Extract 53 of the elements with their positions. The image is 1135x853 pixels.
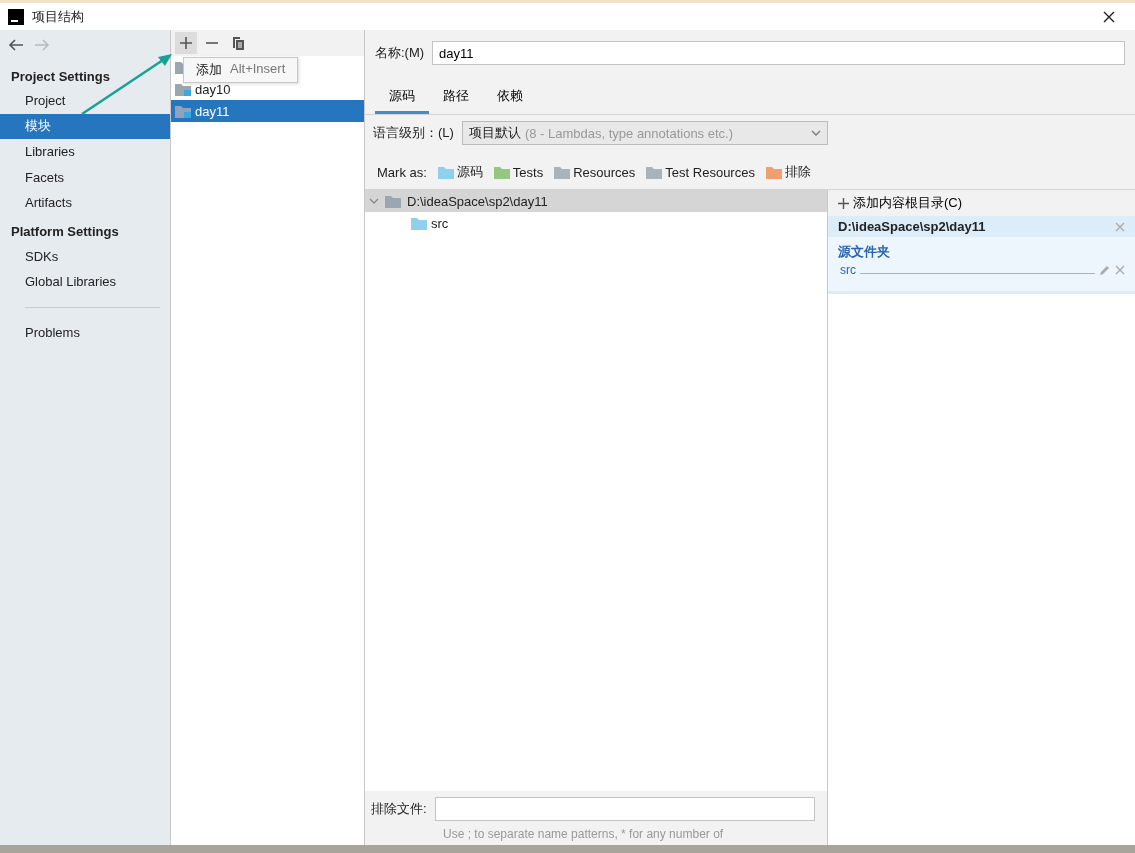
sidebar-item[interactable]: SDKs xyxy=(0,243,170,269)
module-folder-icon xyxy=(175,82,191,96)
mark-as-button[interactable]: Resources xyxy=(554,164,636,180)
module-item[interactable]: day10 xyxy=(171,78,364,100)
mark-as-button[interactable]: Tests xyxy=(493,164,544,180)
language-level-dropdown[interactable]: 项目默认 (8 - Lambdas, type annotations etc.) xyxy=(461,121,828,145)
plus-icon xyxy=(180,37,192,49)
content-root-path: D:\ideaSpace\sp2\day11 xyxy=(838,219,987,234)
folder-icon xyxy=(411,216,427,230)
exclude-label: 排除文件: xyxy=(371,800,427,818)
expand-chevron-icon[interactable] xyxy=(369,196,379,206)
sidebar-item[interactable]: Global Libraries xyxy=(0,269,170,295)
tooltip-label: 添加 xyxy=(196,61,222,79)
exclude-field[interactable] xyxy=(434,797,815,821)
tree-label: D:\ideaSpace\sp2\day11 xyxy=(407,193,548,209)
mark-as-button[interactable]: 排除 xyxy=(765,163,811,181)
mark-as-button[interactable]: Test Resources xyxy=(646,164,755,180)
tree-row[interactable]: src xyxy=(365,212,827,234)
language-level-label: 语言级别：(L) xyxy=(373,124,454,142)
copy-icon xyxy=(231,36,245,50)
sidebar-item[interactable]: 模块 xyxy=(0,113,170,139)
tab[interactable]: 依赖 xyxy=(483,83,537,114)
mark-as-button[interactable]: 源码 xyxy=(437,163,483,181)
tab[interactable]: 路径 xyxy=(429,83,483,114)
tree-row[interactable]: D:\ideaSpace\sp2\day11 xyxy=(365,190,827,212)
sidebar-item[interactable]: Problems xyxy=(0,319,170,345)
sidebar-item[interactable]: Artifacts xyxy=(0,190,170,216)
plus-icon xyxy=(838,197,849,209)
app-logo-icon xyxy=(8,8,24,25)
edit-icon[interactable] xyxy=(1099,264,1111,276)
exclude-hint: Use ; to separate name patterns, * for any number of xyxy=(443,827,724,841)
source-folder[interactable]: src xyxy=(838,263,856,277)
shortcut-text: Alt+Insert xyxy=(230,61,286,78)
mark-as-label: Mark as: xyxy=(377,164,427,180)
add-content-root-button[interactable]: 添加内容根目录(C) xyxy=(828,190,1135,216)
name-field[interactable]: day11 xyxy=(432,41,1125,65)
sidebar-item[interactable]: Facets xyxy=(0,164,170,190)
name-label: 名称:(M) xyxy=(375,44,425,62)
source-folders-heading: 源文件夹 xyxy=(838,243,891,261)
forward-arrow-icon[interactable] xyxy=(34,39,50,51)
tab[interactable]: 源码 xyxy=(375,83,429,114)
sidebar-item[interactable]: Libraries xyxy=(0,139,170,165)
folder-icon xyxy=(385,194,401,208)
sidebar-item[interactable]: Project xyxy=(0,88,170,114)
section-heading: Platform Settings xyxy=(10,223,120,241)
add-button[interactable] xyxy=(175,32,197,54)
back-arrow-icon[interactable] xyxy=(8,39,24,51)
section-heading: Project Settings xyxy=(10,67,111,86)
close-icon[interactable] xyxy=(1103,10,1115,23)
module-folder-icon xyxy=(175,104,191,118)
dropdown-chevron-icon xyxy=(810,130,821,136)
module-item[interactable]: day11 xyxy=(171,100,364,122)
window-title: 项目结构 xyxy=(32,7,85,26)
